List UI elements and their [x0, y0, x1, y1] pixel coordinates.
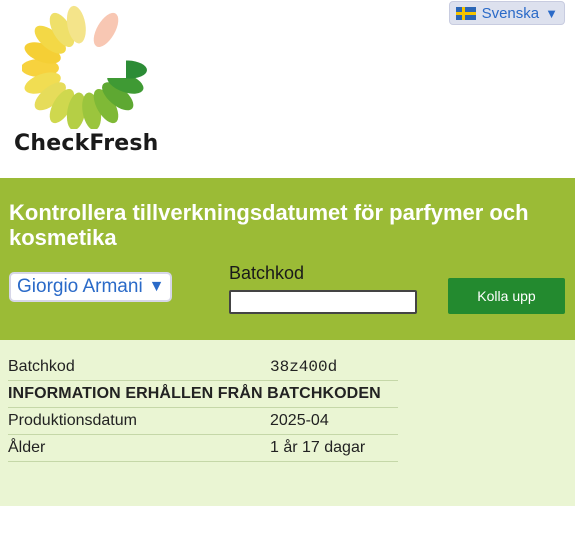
table-row: Batchkod 38z400d: [8, 354, 398, 381]
batch-code-label: Batchkod: [229, 263, 305, 283]
info-section-header: INFORMATION ERHÅLLEN FRÅN BATCHKODEN: [8, 381, 398, 408]
table-row: Produktionsdatum 2025-04: [8, 408, 398, 435]
batch-code-input[interactable]: [229, 290, 417, 314]
page-title: Kontrollera tillverkningsdatumet för par…: [9, 200, 529, 250]
search-band: Kontrollera tillverkningsdatumet för par…: [0, 178, 575, 340]
production-date-label: Produktionsdatum: [8, 412, 137, 429]
sweden-flag-icon: [455, 6, 476, 20]
language-selector[interactable]: Svenska ▼: [448, 1, 565, 25]
brand-select-value: Giorgio Armani: [17, 276, 143, 297]
batch-code-row-label: Batchkod: [8, 358, 75, 375]
check-button[interactable]: Kolla upp: [448, 278, 565, 314]
chevron-down-icon: ▼: [148, 278, 165, 295]
result-panel: Batchkod 38z400d INFORMATION ERHÅLLEN FR…: [0, 340, 575, 506]
result-table: Batchkod 38z400d INFORMATION ERHÅLLEN FR…: [8, 354, 398, 462]
logo-flower-icon: [22, 5, 147, 129]
info-header-text: INFORMATION ERHÅLLEN FRÅN BATCHKODEN: [8, 385, 381, 402]
chevron-down-icon: ▼: [545, 5, 558, 21]
language-label: Svenska: [481, 4, 540, 22]
site-header: CheckFresh Svenska ▼: [0, 0, 575, 178]
batch-code-row-value: 38z400d: [270, 358, 338, 376]
age-label: Ålder: [8, 439, 46, 456]
production-date-value: 2025-04: [270, 412, 329, 429]
age-value: 1 år 17 dagar: [270, 439, 366, 456]
logo-text: CheckFresh: [14, 131, 159, 156]
checkfresh-logo[interactable]: CheckFresh: [14, 4, 164, 156]
table-row: Ålder 1 år 17 dagar: [8, 435, 398, 462]
brand-select[interactable]: Giorgio Armani ▼: [9, 272, 172, 302]
